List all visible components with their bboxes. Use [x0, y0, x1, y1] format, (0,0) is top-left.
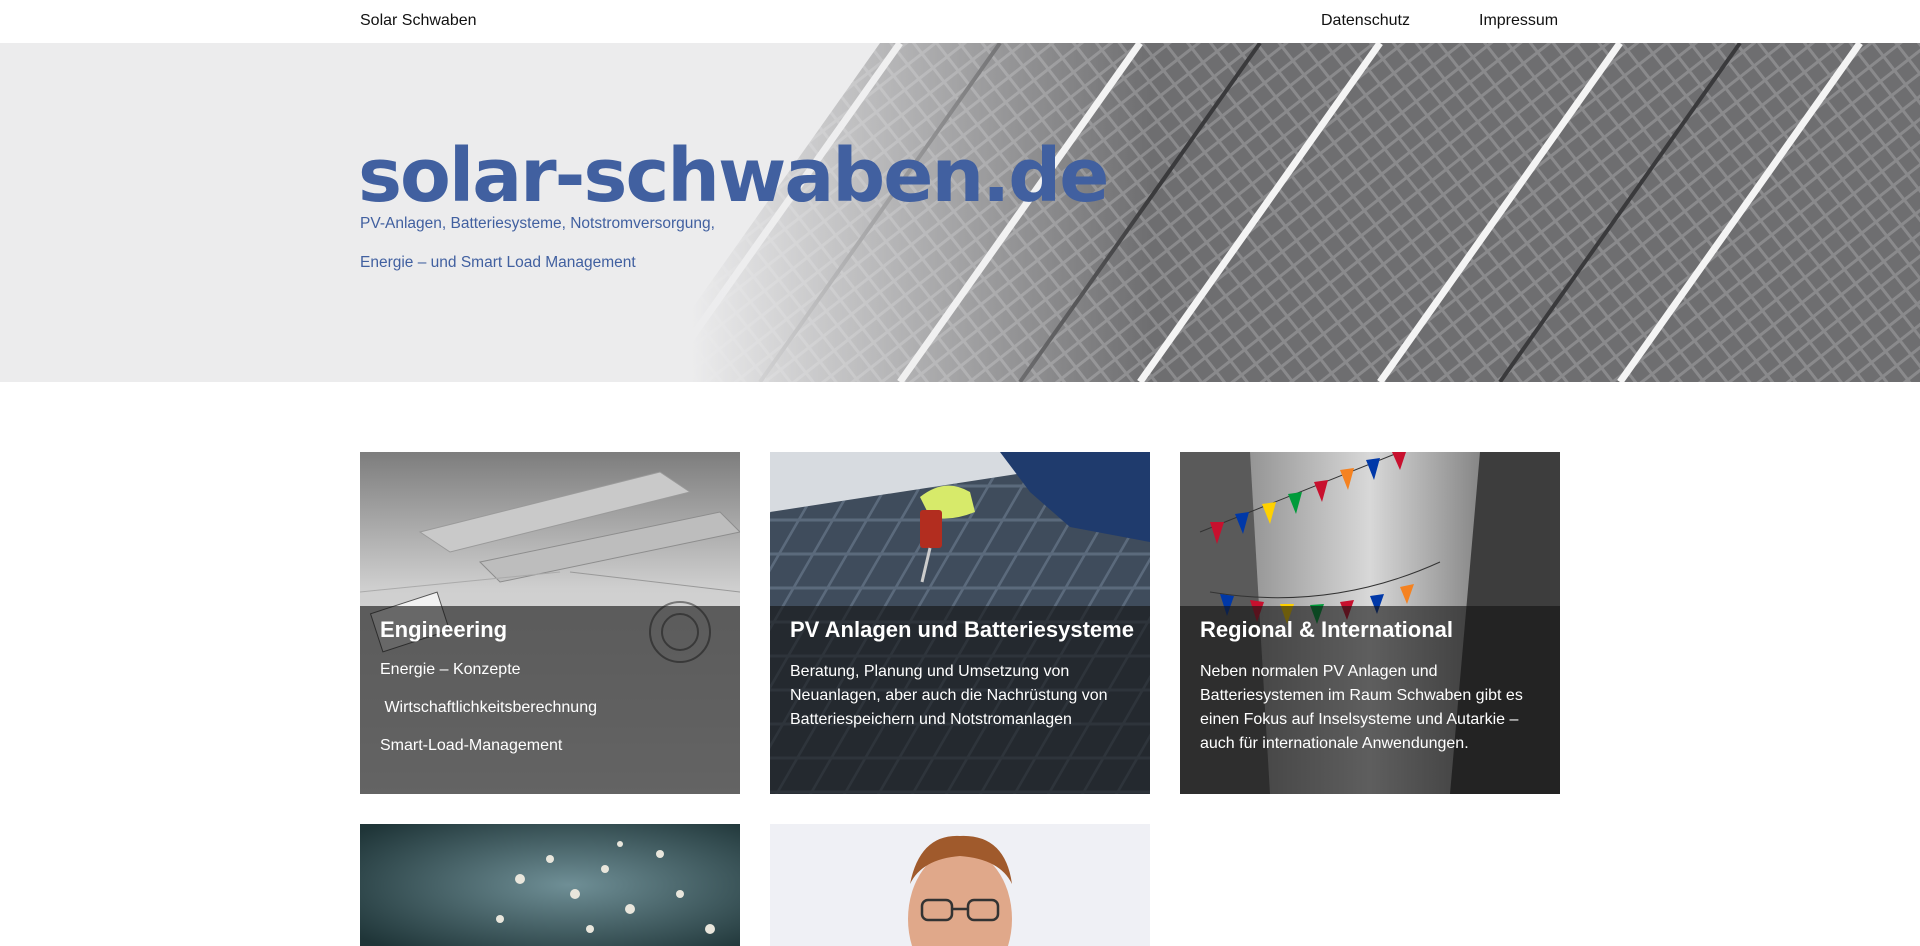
card-engineering-list: Energie – Konzepte Wirtschaftlichkeitsbe… [380, 661, 597, 775]
dandelion-seeds-image [360, 824, 740, 946]
card-caption-overlay: PV Anlagen und Batteriesysteme Beratung,… [770, 606, 1150, 794]
card-dandelion-image-tile[interactable] [360, 824, 740, 946]
card-pv-anlagen[interactable]: PV Anlagen und Batteriesysteme Beratung,… [770, 452, 1150, 794]
list-item: Energie – Konzepte [380, 661, 521, 678]
card-title: Regional & International [1200, 617, 1454, 642]
card-title: Engineering [380, 617, 508, 642]
card-description: Neben normalen PV Anlagen und Batteriesy… [1200, 663, 1523, 752]
card-engineering[interactable]: Engineering Energie – Konzepte Wirtschaf… [360, 452, 740, 794]
hero-title: solar-schwaben.de [358, 133, 1109, 219]
list-item: Smart-Load-Management [380, 737, 563, 754]
nav-link-datenschutz[interactable]: Datenschutz [1321, 12, 1410, 30]
hero-banner: solar-schwaben.de PV-Anlagen, Batteriesy… [0, 43, 1920, 382]
hero-subtitle-line-2: Energie – und Smart Load Management [360, 254, 636, 271]
card-description: Beratung, Planung und Umsetzung von Neua… [790, 663, 1108, 728]
site-brand[interactable]: Solar Schwaben [360, 12, 477, 30]
card-caption-overlay: Engineering Energie – Konzepte Wirtschaf… [360, 606, 740, 794]
list-item: Wirtschaftlichkeitsberechnung [380, 699, 597, 716]
person-portrait-image [770, 824, 1150, 946]
card-caption-overlay: Regional & International Neben normalen … [1180, 606, 1560, 794]
top-navigation: Solar Schwaben Datenschutz Impressum [0, 0, 1920, 43]
card-title: PV Anlagen und Batteriesysteme [790, 617, 1134, 642]
card-regional-international[interactable]: Regional & International Neben normalen … [1180, 452, 1560, 794]
hero-subtitle-line-1: PV-Anlagen, Batteriesysteme, Notstromver… [360, 215, 715, 232]
card-portrait-image-tile[interactable] [770, 824, 1150, 946]
nav-link-impressum[interactable]: Impressum [1479, 12, 1558, 30]
